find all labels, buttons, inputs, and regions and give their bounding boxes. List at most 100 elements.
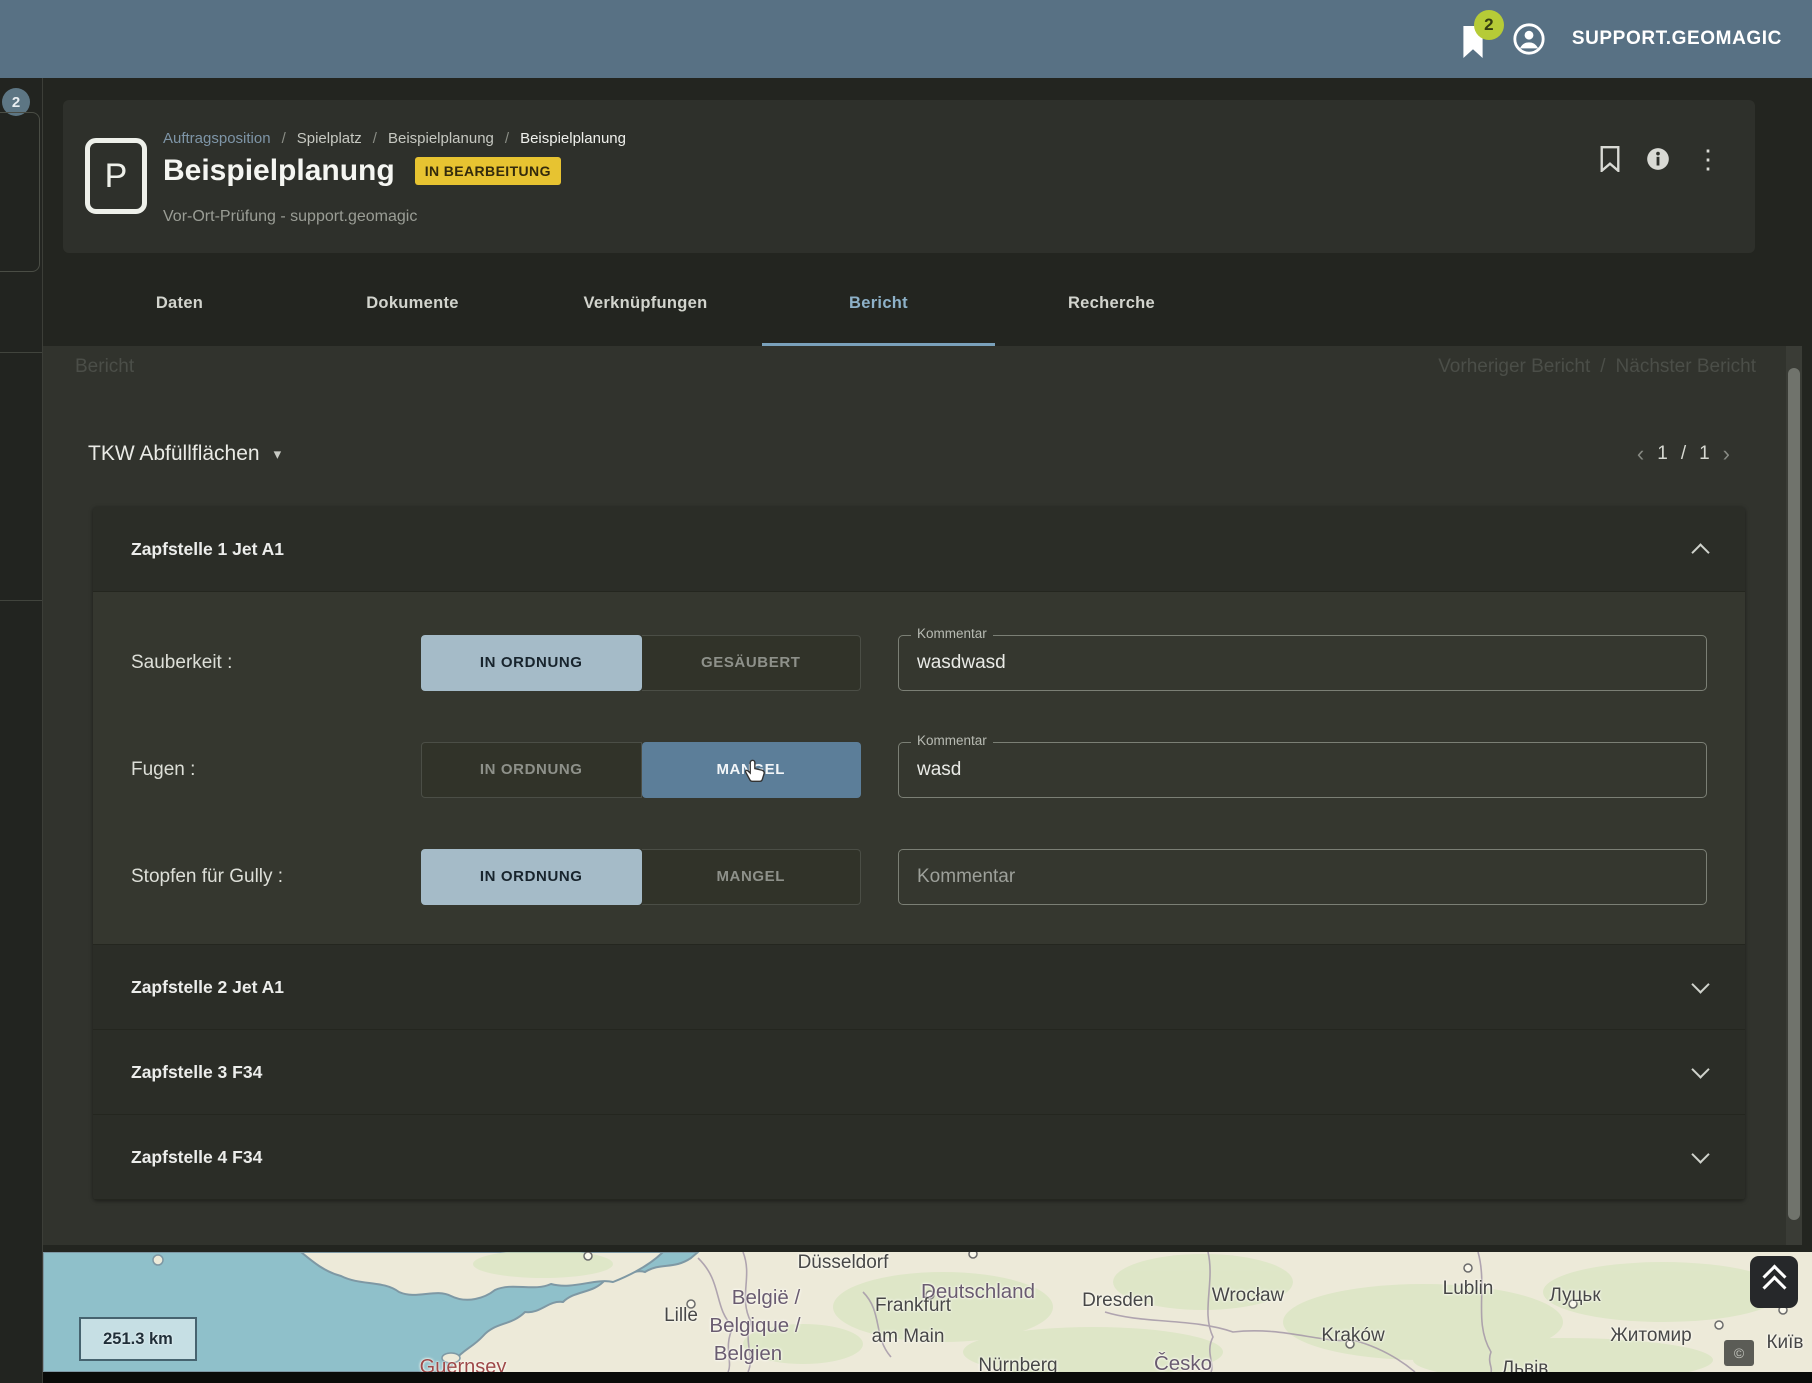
section-header[interactable]: Zapfstelle 2 Jet A1 — [93, 945, 1745, 1030]
toggle-option[interactable]: MANGEL — [642, 742, 862, 798]
comment-field-label: Kommentar — [911, 733, 993, 748]
report-pagination: ‹ 1 / 1 › — [1637, 441, 1730, 467]
report-row: Fugen :IN ORDNUNGMANGELKommentarwasd — [93, 716, 1745, 823]
map-label: Belgique / — [709, 1314, 800, 1338]
tab-label: Bericht — [849, 294, 908, 313]
map-label: Dresden — [1082, 1290, 1154, 1312]
user-avatar-icon[interactable] — [1512, 22, 1546, 56]
tab-bar: Daten Dokumente Verknüpfungen Bericht Recher… — [63, 260, 1228, 346]
map-label: Česko — [1154, 1352, 1212, 1372]
comment-field[interactable]: Kommentarwasd — [898, 742, 1707, 798]
map-label: Guernsey — [420, 1356, 507, 1372]
caret-down-icon: ▾ — [274, 445, 282, 463]
faded-report-title: Bericht — [75, 356, 134, 378]
section-title: Zapfstelle 3 F34 — [131, 1062, 262, 1083]
header-card: P Auftragsposition/Spielplatz/Beispielpl… — [63, 100, 1755, 253]
tab-label: Dokumente — [366, 294, 459, 313]
page-separator: / — [1681, 443, 1686, 465]
map-label: Київ — [1766, 1332, 1803, 1354]
partial-card-outline — [0, 112, 40, 272]
row-label: Sauberkeit : — [131, 652, 421, 674]
info-icon[interactable] — [1645, 146, 1671, 172]
report-transition-row: Bericht Vorheriger Bericht / Nächster Be… — [75, 356, 1756, 378]
toggle-option[interactable]: MANGEL — [642, 849, 862, 905]
map-label: Луцьк — [1549, 1285, 1600, 1307]
subtitle: Vor-Ort-Prüfung - support.geomagic — [163, 208, 417, 226]
comment-field-value: wasdwasd — [917, 652, 1006, 674]
map-label: Wrocław — [1212, 1285, 1285, 1307]
section-title: Zapfstelle 4 F34 — [131, 1147, 262, 1168]
map[interactable]: DüsseldorfDeutschlandBelgië /Belgique /B… — [43, 1252, 1812, 1372]
tab-dokumente[interactable]: Dokumente — [296, 260, 529, 346]
map-expand-button[interactable] — [1750, 1256, 1798, 1308]
page-current: 1 — [1657, 443, 1668, 465]
next-page-icon[interactable]: › — [1723, 441, 1730, 467]
vertical-scrollbar[interactable] — [1786, 346, 1802, 1245]
scrollbar-thumb[interactable] — [1788, 368, 1800, 1220]
tab-verknuepfungen[interactable]: Verknüpfungen — [529, 260, 762, 346]
comment-field[interactable]: Kommentarwasdwasd — [898, 635, 1707, 691]
next-report-link[interactable]: Nächster Bericht — [1616, 356, 1756, 378]
entity-avatar: P — [85, 138, 147, 214]
chevron-down-icon — [1691, 1145, 1709, 1163]
comment-field[interactable]: Kommentar — [898, 849, 1707, 905]
left-panel-edge: 2 — [0, 78, 43, 1383]
row-label: Stopfen für Gully : — [131, 866, 421, 888]
map-label: Житомир — [1610, 1325, 1691, 1347]
report-accordion: Zapfstelle 1 Jet A1Sauberkeit :IN ORDNUN… — [93, 507, 1745, 1200]
map-label: Belgien — [714, 1342, 782, 1366]
tab-bericht[interactable]: Bericht — [762, 260, 995, 346]
notifications-button[interactable]: 2 — [1460, 26, 1486, 58]
notification-count-badge: 2 — [1474, 10, 1504, 40]
report-nav-separator: / — [1600, 356, 1605, 378]
section-header[interactable]: Zapfstelle 3 F34 — [93, 1030, 1745, 1115]
report-row: Stopfen für Gully :IN ORDNUNGMANGEL Komme… — [93, 823, 1745, 930]
breadcrumb-item[interactable]: Beispielplanung — [520, 130, 626, 147]
report-group-label: TKW Abfüllflächen — [88, 442, 260, 466]
toggle-option[interactable]: GESÄUBERT — [642, 635, 862, 691]
avatar-letter: P — [105, 157, 128, 196]
map-label: Lille — [664, 1305, 698, 1327]
toggle-option[interactable]: IN ORDNUNG — [421, 635, 642, 691]
breadcrumb-item[interactable]: Auftragsposition — [163, 130, 271, 147]
chevron-up-icon — [1691, 543, 1709, 561]
tab-daten[interactable]: Daten — [63, 260, 296, 346]
kebab-menu-icon[interactable]: ⋮ — [1695, 146, 1721, 172]
comment-field-value: wasd — [917, 759, 961, 781]
map-label: Düsseldorf — [798, 1252, 889, 1274]
toggle-option[interactable]: IN ORDNUNG — [421, 849, 642, 905]
breadcrumb-separator: / — [373, 130, 377, 147]
bookmark-icon[interactable] — [1599, 146, 1621, 172]
breadcrumb-item[interactable]: Beispielplanung — [388, 130, 494, 147]
tab-label: Daten — [156, 294, 203, 313]
tab-label: Recherche — [1068, 294, 1155, 313]
divider — [0, 600, 42, 601]
report-group-select[interactable]: TKW Abfüllflächen ▾ — [88, 442, 281, 466]
row-label: Fugen : — [131, 759, 421, 781]
topbar: 2 SUPPORT.GEOMAGIC — [0, 0, 1812, 78]
page-total: 1 — [1699, 443, 1710, 465]
map-label: Kraków — [1321, 1325, 1384, 1347]
breadcrumb-item[interactable]: Spielplatz — [297, 130, 362, 147]
map-label: Frankfurt — [875, 1295, 951, 1317]
tab-recherche[interactable]: Recherche — [995, 260, 1228, 346]
section-header[interactable]: Zapfstelle 1 Jet A1 — [93, 507, 1745, 592]
map-attribution-button[interactable]: © — [1724, 1340, 1754, 1366]
map-label: Nürnberg — [978, 1355, 1057, 1372]
map-scale: 251.3 km — [79, 1317, 197, 1361]
previous-report-link[interactable]: Vorheriger Bericht — [1438, 356, 1590, 378]
map-labels: DüsseldorfDeutschlandBelgië /Belgique /B… — [43, 1252, 1812, 1372]
title-row: Beispielplanung IN BEARBEITUNG — [163, 154, 561, 187]
section-header[interactable]: Zapfstelle 4 F34 — [93, 1115, 1745, 1200]
toggle-group: IN ORDNUNGMANGEL — [421, 742, 861, 798]
page-title: Beispielplanung — [163, 154, 395, 187]
tab-label: Verknüpfungen — [584, 294, 708, 313]
map-label: Львів — [1502, 1358, 1549, 1372]
map-label: België / — [732, 1286, 800, 1310]
previous-page-icon[interactable]: ‹ — [1637, 441, 1644, 467]
section-title: Zapfstelle 2 Jet A1 — [131, 977, 284, 998]
username-label: SUPPORT.GEOMAGIC — [1572, 28, 1782, 50]
toggle-option[interactable]: IN ORDNUNG — [421, 742, 642, 798]
header-actions: ⋮ — [1599, 146, 1721, 172]
chevron-down-icon — [1691, 975, 1709, 993]
